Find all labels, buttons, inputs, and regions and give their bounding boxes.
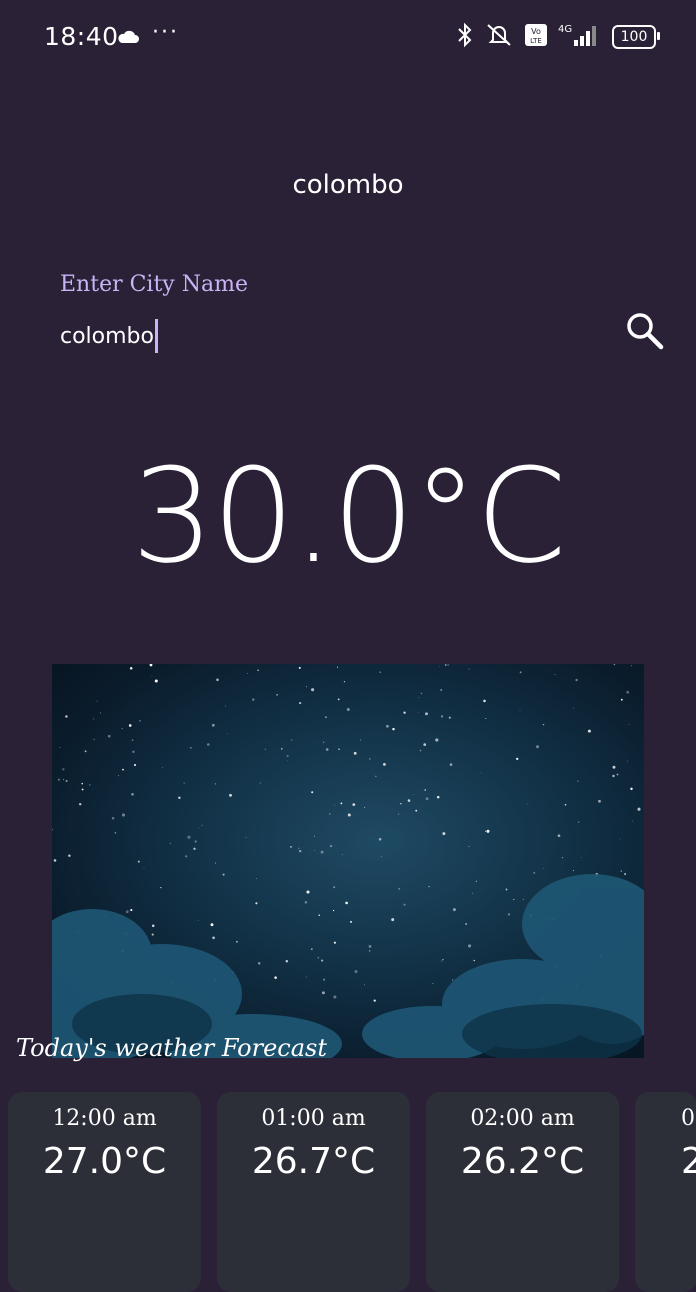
city-input-label: Enter City Name (60, 272, 248, 297)
forecast-time: 0 (681, 1106, 695, 1131)
forecast-temp: 27.0°C (42, 1141, 167, 1182)
volte-icon: Vo LTE (524, 23, 548, 51)
bluetooth-icon (456, 22, 474, 52)
search-icon (624, 313, 666, 356)
forecast-time: 01:00 am (261, 1106, 366, 1131)
city-input[interactable]: colombo (60, 318, 600, 354)
forecast-time: 12:00 am (52, 1106, 157, 1131)
forecast-temp: 26.2°C (460, 1141, 585, 1182)
text-cursor (154, 319, 158, 353)
svg-text:Vo: Vo (531, 27, 541, 36)
city-title: colombo (292, 170, 404, 200)
muted-bell-icon (484, 22, 514, 52)
current-temperature: 30.0°C (131, 440, 566, 592)
status-time: 18:40 (44, 22, 119, 51)
search-button[interactable] (624, 310, 666, 352)
svg-text:LTE: LTE (530, 37, 542, 45)
night-sky-image (52, 664, 644, 1058)
forecast-list[interactable]: 12:00 am 27.0°C 01:00 am 26.7°C 02:00 am… (8, 1092, 696, 1292)
forecast-temp: 26.7°C (251, 1141, 376, 1182)
forecast-card: 12:00 am 27.0°C (8, 1092, 201, 1292)
svg-text:4G: 4G (558, 24, 572, 35)
forecast-time: 02:00 am (470, 1106, 575, 1131)
forecast-title: Today's weather Forecast (16, 1034, 328, 1062)
battery-icon: 100 (612, 25, 660, 49)
forecast-card: 0 2 (635, 1092, 696, 1292)
cloud-icon (116, 28, 140, 48)
forecast-card: 02:00 am 26.2°C (426, 1092, 619, 1292)
city-input-value: colombo (60, 323, 154, 349)
forecast-temp: 2 (681, 1141, 696, 1182)
more-notifications-icon: ··· (152, 20, 179, 45)
forecast-card: 01:00 am 26.7°C (217, 1092, 410, 1292)
status-icons: Vo LTE 4G 100 (456, 22, 660, 52)
status-bar: 18:40 ··· Vo LTE 4G 100 (0, 0, 696, 76)
signal-4g-icon: 4G (558, 22, 602, 52)
